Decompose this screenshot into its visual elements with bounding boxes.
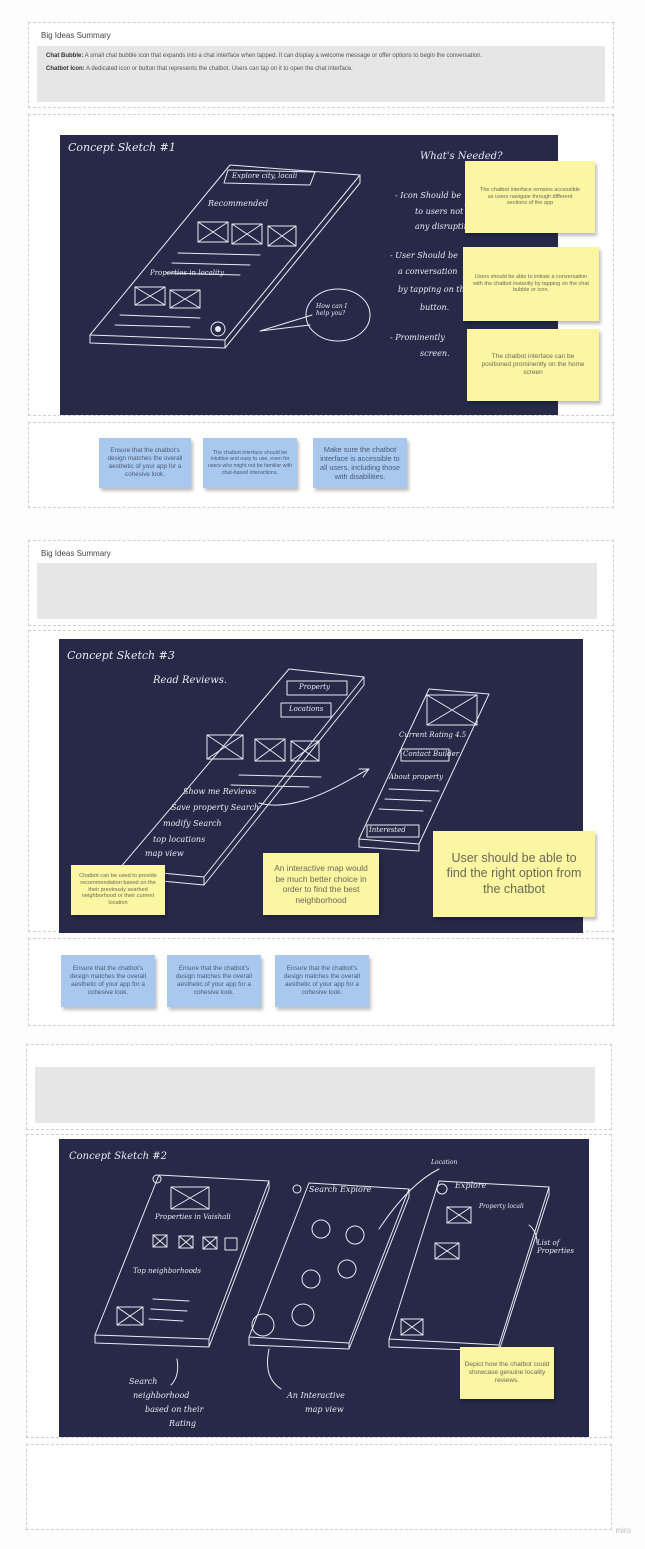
sketch-label: - Icon Should be xyxy=(395,191,462,200)
sketch-label: Property xyxy=(299,683,331,691)
sketch-label: screen. xyxy=(420,349,450,358)
sticky-note[interactable]: Depict how the chatbot could showcase ge… xyxy=(460,1347,554,1399)
sticky-note[interactable]: Make sure the chatbot interface is acces… xyxy=(313,438,407,488)
summary-box: Chat Bubble: A small chat bubble icon th… xyxy=(37,46,605,102)
sketch-frame-2: Concept Sketch #3 Read Reviews. Property… xyxy=(28,630,614,933)
sticky-note[interactable]: Users should be able to initiate a conve… xyxy=(463,247,599,321)
summary-box xyxy=(35,1067,595,1123)
sketch-label: based on their xyxy=(145,1405,204,1414)
sticky-note[interactable]: An interactive map would be much better … xyxy=(263,853,379,915)
sketch-label: Top neighborhoods xyxy=(133,1267,201,1275)
sketch-label: map view xyxy=(305,1405,344,1414)
sketch-label: Show me Reviews xyxy=(183,787,257,796)
sketch-title: Concept Sketch #3 xyxy=(67,649,175,662)
sketch-label: Search xyxy=(129,1377,158,1386)
sketch-label: Contact Builder xyxy=(403,750,460,758)
sticky-note[interactable]: The chatbot interface remains accessible… xyxy=(465,161,595,233)
sketch-label: Current Rating 4.5 xyxy=(399,731,467,739)
sketch-frame-3: Concept Sketch #2 Properties in Vaishali… xyxy=(26,1134,612,1438)
sketch-label: Explore city, locali xyxy=(232,172,298,180)
frame-title: Big Ideas Summary xyxy=(41,31,111,40)
sketch-label: List of Properties xyxy=(537,1239,575,1255)
sketch-label: An Interactive xyxy=(287,1391,345,1400)
miro-watermark: miro xyxy=(615,1526,631,1535)
sketch-label: top locations xyxy=(153,835,206,844)
summary-frame-3 xyxy=(26,1044,612,1130)
sketch-label: Recommended xyxy=(208,199,269,208)
sticky-note[interactable]: Ensure that the chatbot's design matches… xyxy=(61,955,155,1007)
sketch-label: Property locali xyxy=(479,1203,524,1210)
sketch-label: About property xyxy=(389,773,444,781)
sketch-label: How can I help you? xyxy=(316,303,347,317)
sketch-label: to users not xyxy=(415,207,464,216)
notes-frame-1: Ensure that the chatbot's design matches… xyxy=(28,422,614,508)
sketch-frame-1: Concept Sketch #1 Explore city, locali R… xyxy=(28,114,614,416)
sticky-note[interactable]: Ensure that the chatbot's design matches… xyxy=(275,955,369,1007)
sketch-label: Locations xyxy=(289,705,324,713)
sticky-note[interactable]: The chatbot interface should be intuitiv… xyxy=(203,438,297,488)
summary-frame-1: Big Ideas Summary Chat Bubble: A small c… xyxy=(28,22,614,108)
sticky-note[interactable]: Chatbot can be used to provide recommend… xyxy=(71,865,165,915)
sticky-note[interactable]: Ensure that the chatbot's design matches… xyxy=(167,955,261,1007)
sketch-label: button. xyxy=(420,303,450,312)
empty-frame xyxy=(26,1444,612,1530)
sketch-label: Properties in locality xyxy=(150,269,225,277)
sketch-title: Concept Sketch #1 xyxy=(68,141,176,154)
sketch-label: Save property Search xyxy=(171,803,260,812)
sketch-label: Rating xyxy=(169,1419,197,1428)
sketch-label: Properties in Vaishali xyxy=(155,1213,231,1221)
sketch-label: Interested xyxy=(369,826,406,834)
sketch-label: Location xyxy=(431,1159,458,1166)
sketch-label: - Prominently xyxy=(390,333,445,342)
sketch-label: Search Explore xyxy=(309,1185,372,1194)
sticky-note[interactable]: The chatbot interface can be positioned … xyxy=(467,329,599,401)
sketch-title: Concept Sketch #2 xyxy=(69,1151,168,1162)
sticky-note[interactable]: Ensure that the chatbot's design matches… xyxy=(99,438,191,488)
sketch-label: by tapping on the xyxy=(398,285,470,294)
summary-frame-2: Big Ideas Summary xyxy=(28,540,614,626)
frame-title: Big Ideas Summary xyxy=(41,549,111,558)
notes-frame-2: Ensure that the chatbot's design matches… xyxy=(28,938,614,1026)
sketch-label: map view xyxy=(145,849,184,858)
sketch-label: neighborhood xyxy=(133,1391,190,1400)
sketch-label: - User Should be xyxy=(390,251,458,260)
summary-item: Chat Bubble: A small chat bubble icon th… xyxy=(46,53,483,59)
summary-box xyxy=(37,563,597,619)
sketch-label: a conversation xyxy=(398,267,458,276)
sketch-label: Explore xyxy=(455,1181,487,1190)
sketch-label: modify Search xyxy=(163,819,222,828)
sticky-note[interactable]: User should be able to find the right op… xyxy=(433,831,595,917)
sketch-label: Read Reviews. xyxy=(153,675,228,686)
summary-item: Chatbot Icon: A dedicated icon or button… xyxy=(46,65,353,72)
